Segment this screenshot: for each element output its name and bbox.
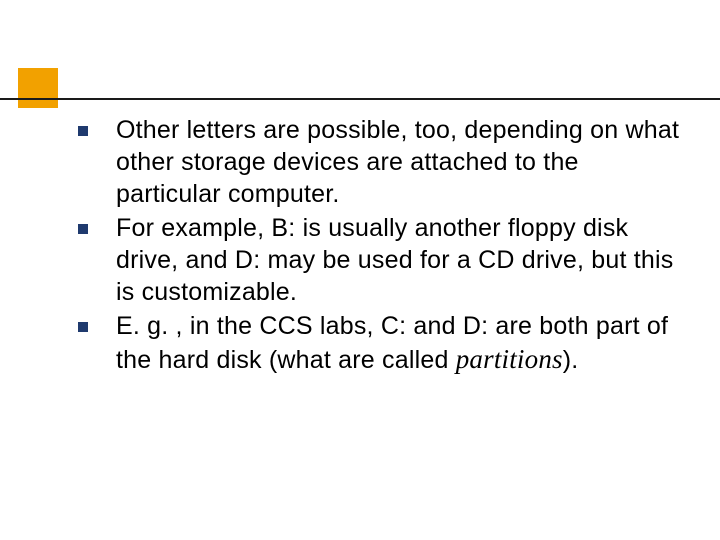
orange-square-icon: [18, 68, 58, 108]
square-bullet-icon: [78, 322, 88, 332]
list-item: E. g. , in the CCS labs, C: and D: are b…: [78, 310, 688, 377]
square-bullet-icon: [78, 126, 88, 136]
italic-term: partitions: [456, 344, 563, 374]
bullet-list: Other letters are possible, too, dependi…: [78, 114, 688, 379]
horizontal-rule: [0, 98, 720, 100]
list-item: For example, B: is usually another flopp…: [78, 212, 688, 308]
square-bullet-icon: [78, 224, 88, 234]
list-item: Other letters are possible, too, dependi…: [78, 114, 688, 210]
list-item-text: For example, B: is usually another flopp…: [116, 212, 688, 308]
list-item-text: Other letters are possible, too, dependi…: [116, 114, 688, 210]
list-item-text: E. g. , in the CCS labs, C: and D: are b…: [116, 310, 688, 377]
